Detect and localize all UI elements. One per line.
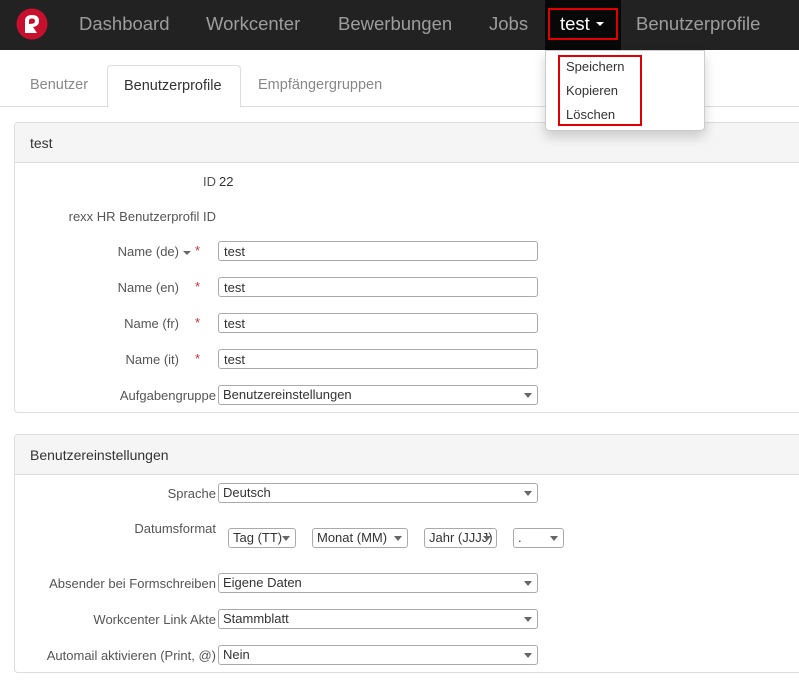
name-en-input[interactable] <box>218 277 538 297</box>
required-mark: * <box>195 351 201 366</box>
nav-bewerbungen[interactable]: Bewerbungen <box>338 0 452 50</box>
sprache-label: Sprache <box>167 486 216 501</box>
workcenter-link-label: Workcenter Link Akte <box>93 612 216 627</box>
date-month-value: Monat (MM) <box>317 530 388 545</box>
chevron-down-icon <box>524 581 532 586</box>
chevron-down-icon <box>282 536 290 541</box>
name-de-label-text: Name (de) <box>117 244 179 259</box>
nav-dashboard[interactable]: Dashboard <box>79 0 170 50</box>
automail-label: Automail aktivieren (Print, @) <box>46 648 216 663</box>
name-de-label[interactable]: Name (de) <box>118 244 191 259</box>
settings-panel-title: Benutzereinstellungen <box>15 435 799 475</box>
absender-value: Eigene Daten <box>223 575 302 590</box>
required-mark: * <box>195 243 201 258</box>
name-en-label: Name (en) <box>117 280 179 295</box>
required-mark: * <box>195 315 201 330</box>
nav-active-profile-menu[interactable]: test <box>545 0 621 50</box>
name-it-label: Name (it) <box>125 352 179 367</box>
chevron-down-icon <box>524 653 532 658</box>
chevron-down-icon <box>550 536 558 541</box>
date-separator-value: . <box>518 530 522 545</box>
name-fr-label: Name (fr) <box>124 316 179 331</box>
nav-active-label: test <box>560 13 590 34</box>
tab-empfaengergruppen[interactable]: Empfängergruppen <box>258 65 382 107</box>
automail-select[interactable]: Nein <box>218 645 538 665</box>
name-fr-input[interactable] <box>218 313 538 333</box>
required-mark: * <box>195 279 201 294</box>
nav-workcenter[interactable]: Workcenter <box>206 0 300 50</box>
absender-select[interactable]: Eigene Daten <box>218 573 538 593</box>
workcenter-link-select[interactable]: Stammblatt <box>218 609 538 629</box>
date-separator-select[interactable]: . <box>513 528 564 548</box>
absender-label: Absender bei Formschreiben <box>49 576 216 591</box>
settings-panel: Benutzereinstellungen Sprache Deutsch Da… <box>14 434 799 673</box>
menu-item-speichern[interactable]: Speichern <box>566 59 625 74</box>
tab-benutzerprofile[interactable]: Benutzerprofile <box>107 65 241 108</box>
id-label: ID <box>203 174 216 189</box>
aufgabengruppe-value: Benutzereinstellungen <box>223 387 352 402</box>
top-navbar: Dashboard Workcenter Bewerbungen Jobs te… <box>0 0 799 50</box>
chevron-down-icon <box>524 617 532 622</box>
rexx-logo-icon[interactable] <box>16 8 48 40</box>
sprache-select[interactable]: Deutsch <box>218 483 538 503</box>
chevron-down-icon <box>524 393 532 398</box>
aufgabengruppe-select[interactable]: Benutzereinstellungen <box>218 385 538 405</box>
nav-jobs[interactable]: Jobs <box>489 0 528 50</box>
name-de-input[interactable] <box>218 241 538 261</box>
date-year-select[interactable]: Jahr (JJJJ) <box>424 528 497 548</box>
tab-benutzer[interactable]: Benutzer <box>30 65 88 107</box>
chevron-down-icon <box>524 491 532 496</box>
sprache-value: Deutsch <box>223 485 271 500</box>
profile-panel: test ID 22 rexx HR Benutzerprofil ID Nam… <box>14 122 799 413</box>
profile-dropdown-menu: Speichern Kopieren Löschen <box>545 50 705 131</box>
date-month-select[interactable]: Monat (MM) <box>312 528 408 548</box>
date-day-select[interactable]: Tag (TT) <box>228 528 296 548</box>
datumsformat-label: Datumsformat <box>134 521 216 536</box>
automail-value: Nein <box>223 647 250 662</box>
chevron-down-icon <box>483 536 491 541</box>
nav-benutzerprofile[interactable]: Benutzerprofile <box>636 0 760 50</box>
aufgabengruppe-label: Aufgabengruppe <box>119 388 216 403</box>
menu-item-kopieren[interactable]: Kopieren <box>566 83 618 98</box>
name-it-input[interactable] <box>218 349 538 369</box>
language-caret-icon[interactable] <box>183 250 191 255</box>
caret-down-icon <box>595 22 604 27</box>
rexx-id-label: rexx HR Benutzerprofil ID <box>68 209 216 224</box>
menu-item-loeschen[interactable]: Löschen <box>566 107 615 122</box>
id-value: 22 <box>219 174 234 189</box>
workcenter-link-value: Stammblatt <box>223 611 289 626</box>
date-day-value: Tag (TT) <box>233 530 283 545</box>
chevron-down-icon <box>394 536 402 541</box>
